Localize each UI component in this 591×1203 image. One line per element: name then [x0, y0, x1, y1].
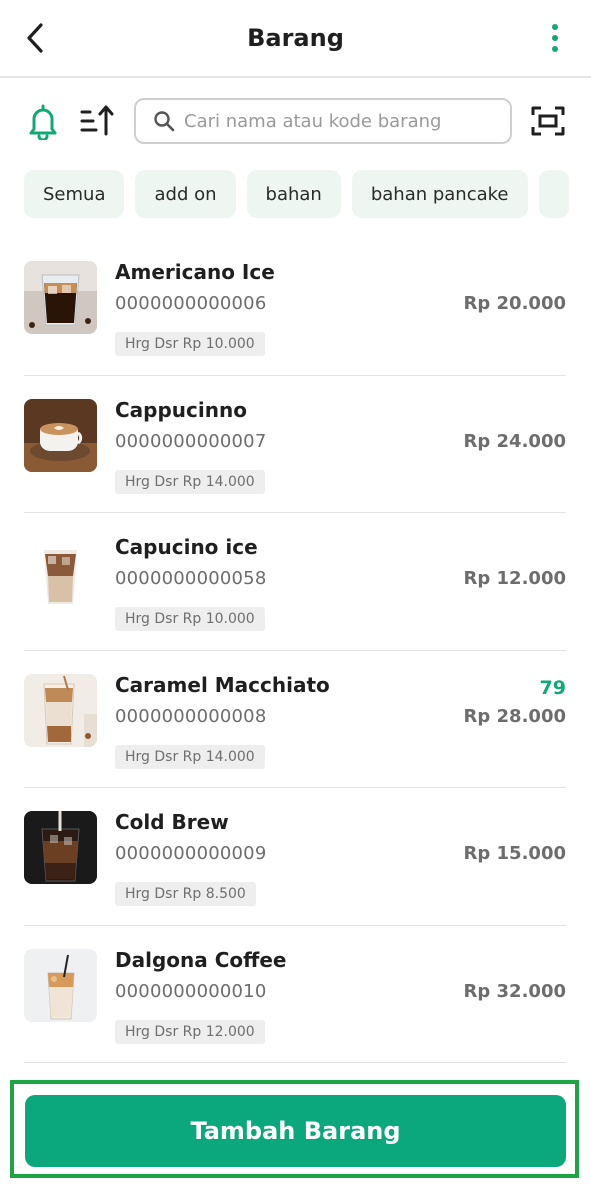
search-box[interactable]	[134, 98, 512, 144]
base-price-badge: Hrg Dsr Rp 10.000	[115, 607, 265, 631]
product-price: Rp 32.000	[463, 980, 566, 1002]
product-code: 0000000000058	[115, 568, 267, 589]
app-root: Barang Cari nama atau kode barang Semua …	[0, 0, 591, 1203]
product-price: Rp 12.000	[463, 568, 566, 589]
scan-icon	[531, 106, 565, 136]
product-name: Cappucinno	[115, 397, 247, 422]
product-code: 0000000000010	[115, 980, 267, 1002]
chevron-left-icon	[27, 23, 43, 53]
bell-icon	[29, 104, 57, 142]
more-vertical-icon	[552, 24, 558, 30]
product-code: 0000000000006	[115, 293, 267, 314]
product-row[interactable]: Capucino ice 0000000000058 Hrg Dsr Rp 10…	[24, 513, 566, 651]
product-row[interactable]: Americano Ice 0000000000006 Hrg Dsr Rp 1…	[24, 238, 566, 376]
stock-count: 79	[539, 676, 566, 699]
search-input[interactable]	[184, 110, 494, 132]
category-filter-chips: Semua add on bahan bahan pancake	[24, 170, 591, 218]
product-row[interactable]: Dalgona Coffee 0000000000010 Hrg Dsr Rp …	[24, 926, 566, 1063]
product-name: Cold Brew	[115, 810, 229, 834]
add-item-highlight: Tambah Barang	[10, 1080, 579, 1178]
chip-bahan-pancake[interactable]: bahan pancake	[351, 170, 528, 218]
page-title: Barang	[247, 24, 344, 52]
base-price-badge: Hrg Dsr Rp 14.000	[115, 469, 265, 494]
product-image	[24, 536, 97, 609]
base-price-badge: Hrg Dsr Rp 14.000	[115, 744, 265, 769]
product-list: Americano Ice 0000000000006 Hrg Dsr Rp 1…	[24, 238, 566, 1063]
product-code: 0000000000009	[115, 843, 267, 864]
scan-barcode-button[interactable]	[530, 104, 566, 138]
toolbar	[0, 96, 591, 146]
chip-next[interactable]	[538, 170, 569, 218]
product-price: Rp 15.000	[463, 843, 566, 864]
product-name: Americano Ice	[115, 260, 275, 284]
more-menu-button[interactable]	[545, 22, 565, 54]
product-code: 0000000000008	[115, 705, 267, 727]
product-price: Rp 20.000	[463, 293, 566, 314]
back-button[interactable]	[20, 20, 50, 56]
product-price: Rp 28.000	[463, 705, 566, 727]
app-header: Barang	[0, 0, 591, 78]
chip-add-on[interactable]: add on	[135, 170, 236, 218]
product-image	[24, 398, 97, 472]
product-row[interactable]: Cold Brew 0000000000009 Hrg Dsr Rp 8.500…	[24, 788, 566, 926]
search-icon	[154, 111, 175, 132]
sort-button[interactable]	[80, 104, 116, 138]
chip-semua[interactable]: Semua	[24, 170, 125, 218]
chip-bahan[interactable]: bahan	[246, 170, 341, 218]
product-image	[24, 673, 97, 747]
product-image	[24, 811, 97, 884]
product-name: Capucino ice	[115, 535, 258, 559]
notification-button[interactable]	[26, 102, 60, 142]
product-name: Caramel Macchiato	[115, 672, 330, 697]
product-price: Rp 24.000	[463, 430, 566, 452]
product-row[interactable]: Caramel Macchiato 0000000000008 Hrg Dsr …	[24, 651, 566, 788]
sort-icon	[80, 105, 114, 136]
base-price-badge: Hrg Dsr Rp 10.000	[115, 332, 265, 356]
product-row[interactable]: Cappucinno 0000000000007 Hrg Dsr Rp 14.0…	[24, 376, 566, 513]
product-name: Dalgona Coffee	[115, 947, 287, 972]
add-item-button[interactable]: Tambah Barang	[25, 1095, 566, 1167]
base-price-badge: Hrg Dsr Rp 8.500	[115, 882, 256, 906]
product-code: 0000000000007	[115, 430, 267, 452]
product-image	[24, 948, 97, 1022]
base-price-badge: Hrg Dsr Rp 12.000	[115, 1019, 265, 1044]
product-image	[24, 261, 97, 334]
